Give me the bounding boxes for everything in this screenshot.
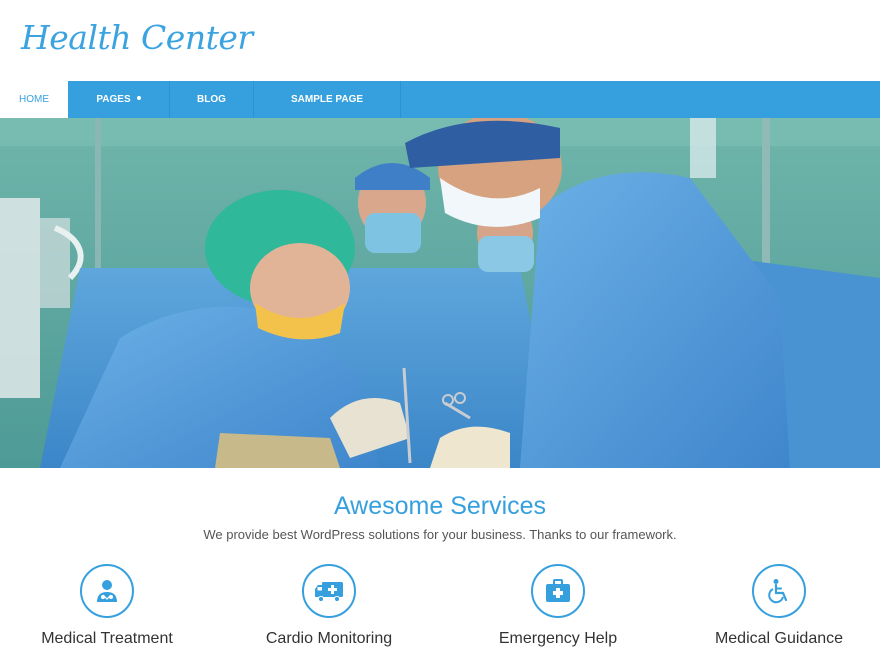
nav-item-pages[interactable]: PAGES [68,81,170,118]
services-title: Awesome Services [333,492,547,520]
site-header: Health Center [0,0,880,81]
site-logo[interactable]: Health Center [21,18,253,57]
service-label: Emergency Help [498,630,618,647]
service-icon-circle[interactable] [531,564,585,618]
medical-kit-icon [546,579,570,602]
service-item-cardio-monitoring[interactable]: Cardio Monitoring [229,564,429,648]
services-section: Awesome Services We provide best WordPre… [0,468,880,660]
dropdown-indicator-icon [136,96,141,101]
main-nav: HOME PAGES BLOG SAMPLE PAGE [0,81,880,118]
nav-item-sample-page[interactable]: SAMPLE PAGE [254,81,401,118]
ambulance-icon [315,582,343,603]
services-subtitle: We provide best WordPress solutions for … [203,527,677,542]
service-icon-circle[interactable] [302,564,356,618]
service-label: Medical Treatment [41,630,173,647]
service-label: Medical Guidance [714,630,844,647]
service-icon-circle[interactable] [752,564,806,618]
nav-item-label: BLOG [197,94,226,105]
service-item-emergency-help[interactable]: Emergency Help [458,564,658,648]
nav-item-home[interactable]: HOME [0,81,68,118]
doctor-icon [97,580,117,602]
nav-item-label: HOME [19,94,49,105]
service-item-medical-guidance[interactable]: Medical Guidance [679,564,879,648]
hero-image [0,118,880,468]
hero-banner [0,118,880,468]
service-item-medical-treatment[interactable]: Medical Treatment [7,564,207,648]
wheelchair-icon [768,579,788,604]
nav-item-blog[interactable]: BLOG [170,81,254,118]
nav-item-label: SAMPLE PAGE [290,94,364,105]
nav-item-label: PAGES [96,94,131,105]
service-icon-circle[interactable] [80,564,134,618]
service-label: Cardio Monitoring [265,630,393,647]
